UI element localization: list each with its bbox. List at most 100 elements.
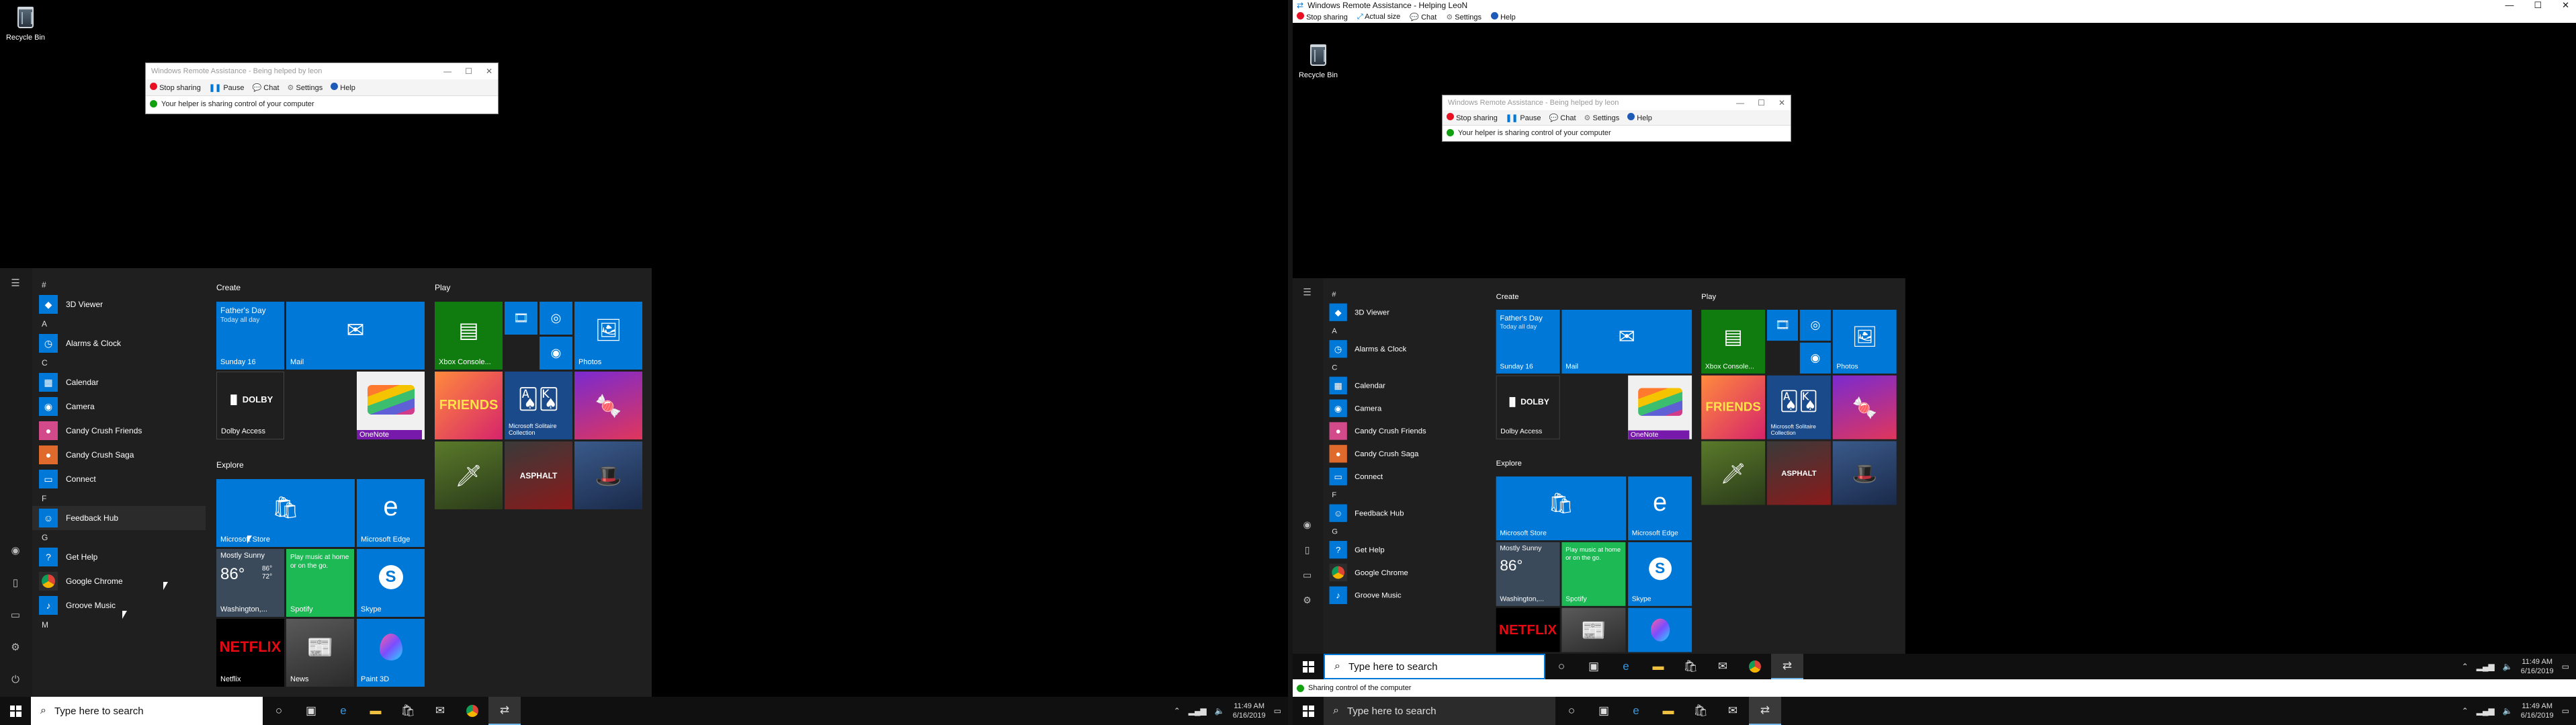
section-header[interactable]: C [32,355,206,370]
hamburger-icon[interactable]: ☰ [1300,286,1314,300]
start-button[interactable] [1293,697,1324,725]
volume-icon[interactable]: 🔈 [2503,662,2513,671]
tile-xbox[interactable]: ▤ Xbox Console... [1701,310,1766,374]
chrome-icon[interactable] [456,697,488,725]
maximize-icon[interactable]: ☐ [2534,0,2542,11]
section-header[interactable]: G [32,530,206,545]
maximize-icon[interactable]: ☐ [465,67,472,76]
file-explorer-icon[interactable]: ▬ [1642,654,1674,679]
app-feedback-hub[interactable]: ☺ Feedback Hub [32,506,206,530]
task-view-icon[interactable]: ▣ [1578,654,1610,679]
tile-skype[interactable]: S Skype [357,549,425,617]
store-icon[interactable]: 🛍 [1684,697,1717,725]
section-header[interactable]: C [1323,360,1486,374]
group-play[interactable]: Play [435,283,450,292]
chevron-up-icon[interactable]: ⌃ [2462,662,2468,671]
group-explore[interactable]: Explore [216,460,244,470]
app-google-chrome[interactable]: Google Chrome [1323,561,1486,584]
mail-icon[interactable]: ✉ [1707,654,1739,679]
tile-netflix[interactable]: NETFLIX [1496,607,1560,652]
tile-weather[interactable]: Mostly Sunny 86° 86° 72° Washington,... [216,549,284,617]
tile-candy-saga[interactable]: 🍬 [1832,375,1897,439]
mail-icon[interactable]: ✉ [1717,697,1749,725]
stop-sharing-button[interactable]: Stop sharing [1297,12,1348,22]
tile-candy-friends[interactable]: FRIENDS [435,372,503,439]
clock[interactable]: 11:49 AM 6/16/2019 [2521,701,2554,720]
ra-window-titlebar[interactable]: ⇄ Windows Remote Assistance - Helping Le… [1293,0,2576,11]
cortana-icon[interactable]: ○ [1555,697,1588,725]
tile-edge[interactable]: e Microsoft Edge [1628,476,1692,541]
start-button[interactable] [1293,654,1324,679]
chat-button[interactable]: 💬 Chat [253,83,280,92]
close-icon[interactable]: ✕ [486,67,492,76]
pause-button[interactable]: ❚❚ Pause [209,83,245,92]
tile-asphalt[interactable]: ASPHALT [1766,441,1831,505]
app-camera[interactable]: ◉ Camera [1323,397,1486,420]
section-header[interactable]: A [1323,324,1486,338]
help-button[interactable]: Help [331,83,355,92]
edge-icon[interactable]: e [327,697,359,725]
tile-webcam[interactable]: ◉ [1799,342,1831,374]
taskbar-search[interactable]: ⌕ Type here to search [1324,654,1545,679]
tile-mail[interactable]: ✉ Mail [286,302,425,370]
app-candy-crush-friends[interactable]: ● Candy Crush Friends [1323,420,1486,443]
recycle-bin-shortcut[interactable]: Recycle Bin [0,1,51,42]
clock[interactable]: 11:49 AM 6/16/2019 [1233,701,1266,720]
store-icon[interactable]: 🛍 [392,697,424,725]
clock[interactable]: 11:49 AM 6/16/2019 [2521,657,2554,676]
section-header[interactable]: G [1323,525,1486,539]
tile-game-2[interactable]: 🎩 [574,441,642,509]
cortana-icon[interactable]: ○ [1545,654,1578,679]
tile-store[interactable]: 🛍 Microsoft Store [216,479,355,547]
chevron-up-icon[interactable]: ⌃ [1174,706,1180,716]
tile-spotify[interactable]: Play music at home or on the go. Spotify [1561,542,1626,606]
tile-candy-saga[interactable]: 🍬 [574,372,642,439]
network-icon[interactable]: ▂▄▆ [2477,662,2495,671]
mail-icon[interactable]: ✉ [424,697,456,725]
section-header[interactable]: M [32,617,206,632]
app-groove-music[interactable]: ♪ Groove Music [1323,584,1486,607]
remote-assistance-icon[interactable]: ⇄ [488,697,521,725]
section-header[interactable]: F [32,491,206,506]
tile-spotify[interactable]: Play music at home or on the go. Spotify [286,549,354,617]
tile-store[interactable]: 🛍 Microsoft Store [1496,476,1627,541]
tile-xbox[interactable]: ▤ Xbox Console... [435,302,503,370]
section-header[interactable]: # [32,278,206,292]
dialog-titlebar[interactable]: Windows Remote Assistance - Being helped… [146,63,498,79]
tile-groove[interactable]: ◎ [1799,310,1831,341]
settings-button[interactable]: ⚙ Settings [1446,13,1482,22]
help-button[interactable]: Help [1627,113,1652,122]
settings-icon[interactable]: ⚙ [8,640,23,655]
tile-photos[interactable]: 🖼 Photos [574,302,642,370]
task-view-icon[interactable]: ▣ [1588,697,1620,725]
tile-netflix[interactable]: NETFLIX Netflix [216,619,284,687]
remote-assistance-icon[interactable]: ⇄ [1749,697,1781,725]
app-camera[interactable]: ◉ Camera [32,394,206,419]
power-icon[interactable]: ⏻ [8,673,23,687]
pictures-icon[interactable]: ▭ [8,608,23,623]
tile-paint3d[interactable]: Paint 3D [357,619,425,687]
section-header[interactable]: # [1323,287,1486,301]
recycle-bin-shortcut[interactable]: Recycle Bin [1293,39,1344,79]
tile-dolby[interactable]: ▐▌ DOLBY Dolby Access [1496,375,1560,439]
edge-icon[interactable]: e [1610,654,1642,679]
file-explorer-icon[interactable]: ▬ [1652,697,1684,725]
app-alarms-clock[interactable]: ◷ Alarms & Clock [32,331,206,355]
group-play[interactable]: Play [1701,292,1716,301]
tile-onenote[interactable]: OneNote [357,372,425,439]
chevron-up-icon[interactable]: ⌃ [2462,706,2468,716]
minimize-icon[interactable]: — [1736,98,1744,108]
app-candy-crush-friends[interactable]: ● Candy Crush Friends [32,419,206,443]
tile-game-1[interactable]: 🗡 [435,441,503,509]
app-groove-music[interactable]: ♪ Groove Music [32,593,206,617]
app-get-help[interactable]: ? Get Help [1323,538,1486,561]
edge-icon[interactable]: e [1620,697,1652,725]
tile-news[interactable]: 📰 News [286,619,354,687]
app-3d-viewer[interactable]: ◆ 3D Viewer [1323,301,1486,324]
tile-asphalt[interactable]: ASPHALT [505,441,572,509]
actual-size-button[interactable]: ⤢ Actual size [1357,13,1400,22]
documents-icon[interactable]: ▯ [8,576,23,591]
task-view-icon[interactable]: ▣ [295,697,327,725]
tile-calendar[interactable]: Father's Day Today all day Sunday 16 [1496,310,1560,374]
close-icon[interactable]: ✕ [2562,0,2569,11]
